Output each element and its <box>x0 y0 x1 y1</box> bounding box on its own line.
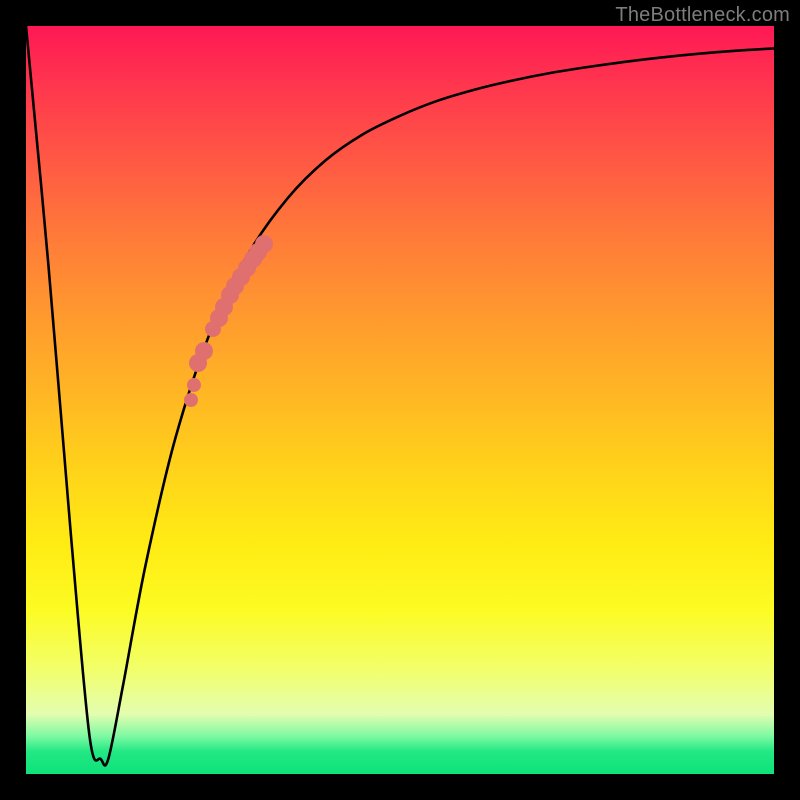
curve-path <box>26 26 774 766</box>
data-marker <box>195 342 213 360</box>
data-marker <box>255 235 273 253</box>
data-marker <box>184 393 198 407</box>
curve-svg <box>26 26 774 774</box>
chart-stage: TheBottleneck.com <box>0 0 800 800</box>
watermark-text: TheBottleneck.com <box>615 4 790 27</box>
data-marker <box>187 378 201 392</box>
plot-area <box>26 26 774 774</box>
